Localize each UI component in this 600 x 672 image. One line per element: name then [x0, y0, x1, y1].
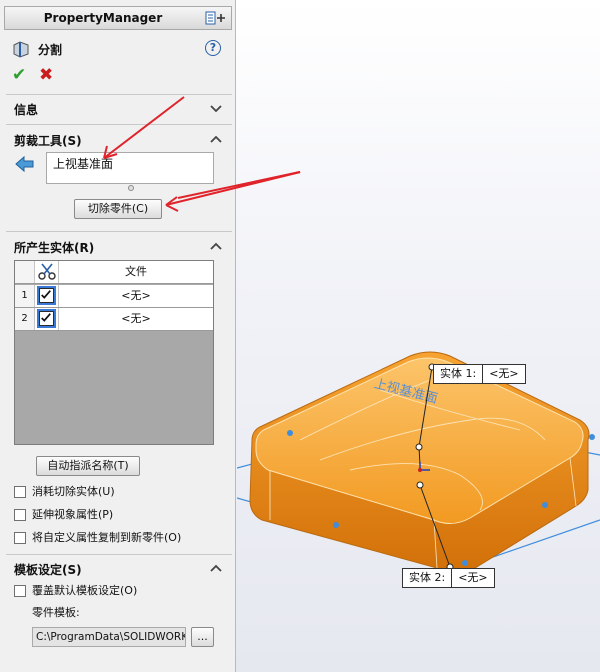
selected-plane-item[interactable]: 上视基准面 [53, 157, 113, 171]
checkmark-icon [41, 313, 51, 322]
table-header-row: 文件 [15, 261, 213, 284]
feature-name: 分割 [38, 43, 63, 57]
chevron-up-icon[interactable] [210, 563, 222, 573]
annotation-arrows [237, 171, 301, 189]
panel-header: PropertyManager [4, 6, 232, 30]
option-label: 消耗切除实体(U) [32, 485, 115, 498]
row-checkbox[interactable] [37, 286, 56, 305]
row-file-cell[interactable]: <无> [59, 285, 213, 307]
panel-title: PropertyManager [43, 11, 163, 25]
row-number: 2 [15, 308, 35, 330]
table-row[interactable]: 2 <无> [15, 308, 213, 331]
auto-assign-names-button[interactable]: 自动指派名称(T) [36, 456, 140, 476]
callout-value[interactable]: <无> [483, 365, 524, 383]
part-template-label: 零件模板: [32, 605, 80, 621]
table-row[interactable]: 1 <无> [15, 285, 213, 308]
graphics-area[interactable]: 上视基准面 实体 1: <无> 实体 2: <无> [237, 0, 600, 672]
checkmark-icon [41, 290, 51, 299]
checkbox[interactable] [14, 509, 26, 521]
part-template-label-text: 零件模板: [32, 606, 80, 619]
body-1-callout[interactable]: 实体 1: <无> [433, 364, 526, 384]
option-label: 延伸视象属性(P) [32, 508, 114, 521]
checkbox[interactable] [14, 585, 26, 597]
row-checkbox[interactable] [37, 309, 56, 328]
cancel-button[interactable]: ✖ [39, 65, 53, 85]
split-feature-icon [13, 41, 29, 58]
scissors-icon [38, 263, 56, 280]
checkbox[interactable] [14, 532, 26, 544]
checkbox[interactable] [14, 486, 26, 498]
option-label: 覆盖默认模板设定(O) [32, 584, 138, 597]
section-info-title[interactable]: 信息 [14, 101, 38, 118]
row-checkbox-cell[interactable] [35, 308, 59, 330]
pin-icon[interactable] [205, 10, 227, 26]
row-number: 1 [15, 285, 35, 307]
trim-tool-icon [15, 155, 34, 173]
callout-key: 实体 1: [434, 365, 484, 383]
callout-key: 实体 2: [403, 569, 453, 587]
header-corner-cell [15, 261, 35, 283]
chevron-up-icon[interactable] [210, 134, 222, 144]
part-template-path-field[interactable]: C:\ProgramData\SOLIDWORKS\ [32, 627, 186, 647]
resulting-bodies-table: 文件 1 <无> 2 <无> [14, 260, 214, 445]
divider [6, 124, 232, 125]
section-template-title[interactable]: 模板设定(S) [14, 561, 82, 578]
divider [6, 231, 232, 232]
divider [6, 554, 232, 555]
option-label: 将自定义属性复制到新零件(O) [32, 531, 182, 544]
header-check-column[interactable] [35, 261, 59, 283]
body-2-callout[interactable]: 实体 2: <无> [402, 568, 495, 588]
callout-value[interactable]: <无> [452, 569, 493, 587]
section-resulting-bodies-title[interactable]: 所产生实体(R) [14, 239, 94, 256]
ok-button[interactable]: ✔ [12, 65, 26, 85]
browse-button[interactable]: ... [191, 627, 214, 647]
row-file-cell[interactable]: <无> [59, 308, 213, 330]
column-header-file: 文件 [125, 265, 147, 278]
help-icon[interactable]: ? [205, 40, 221, 56]
cut-part-button[interactable]: 切除零件(C) [74, 199, 162, 219]
resize-handle[interactable] [128, 185, 134, 191]
chevron-down-icon[interactable] [210, 104, 222, 114]
section-trim-tools-title[interactable]: 剪裁工具(S) [14, 132, 82, 149]
divider [6, 94, 232, 95]
chevron-up-icon[interactable] [210, 241, 222, 251]
trim-tool-selection-box[interactable]: 上视基准面 [46, 152, 214, 184]
property-manager-panel: PropertyManager 分割 ? ✔ ✖ 信息 剪裁工具(S) 上视基准… [0, 0, 236, 672]
row-checkbox-cell[interactable] [35, 285, 59, 307]
